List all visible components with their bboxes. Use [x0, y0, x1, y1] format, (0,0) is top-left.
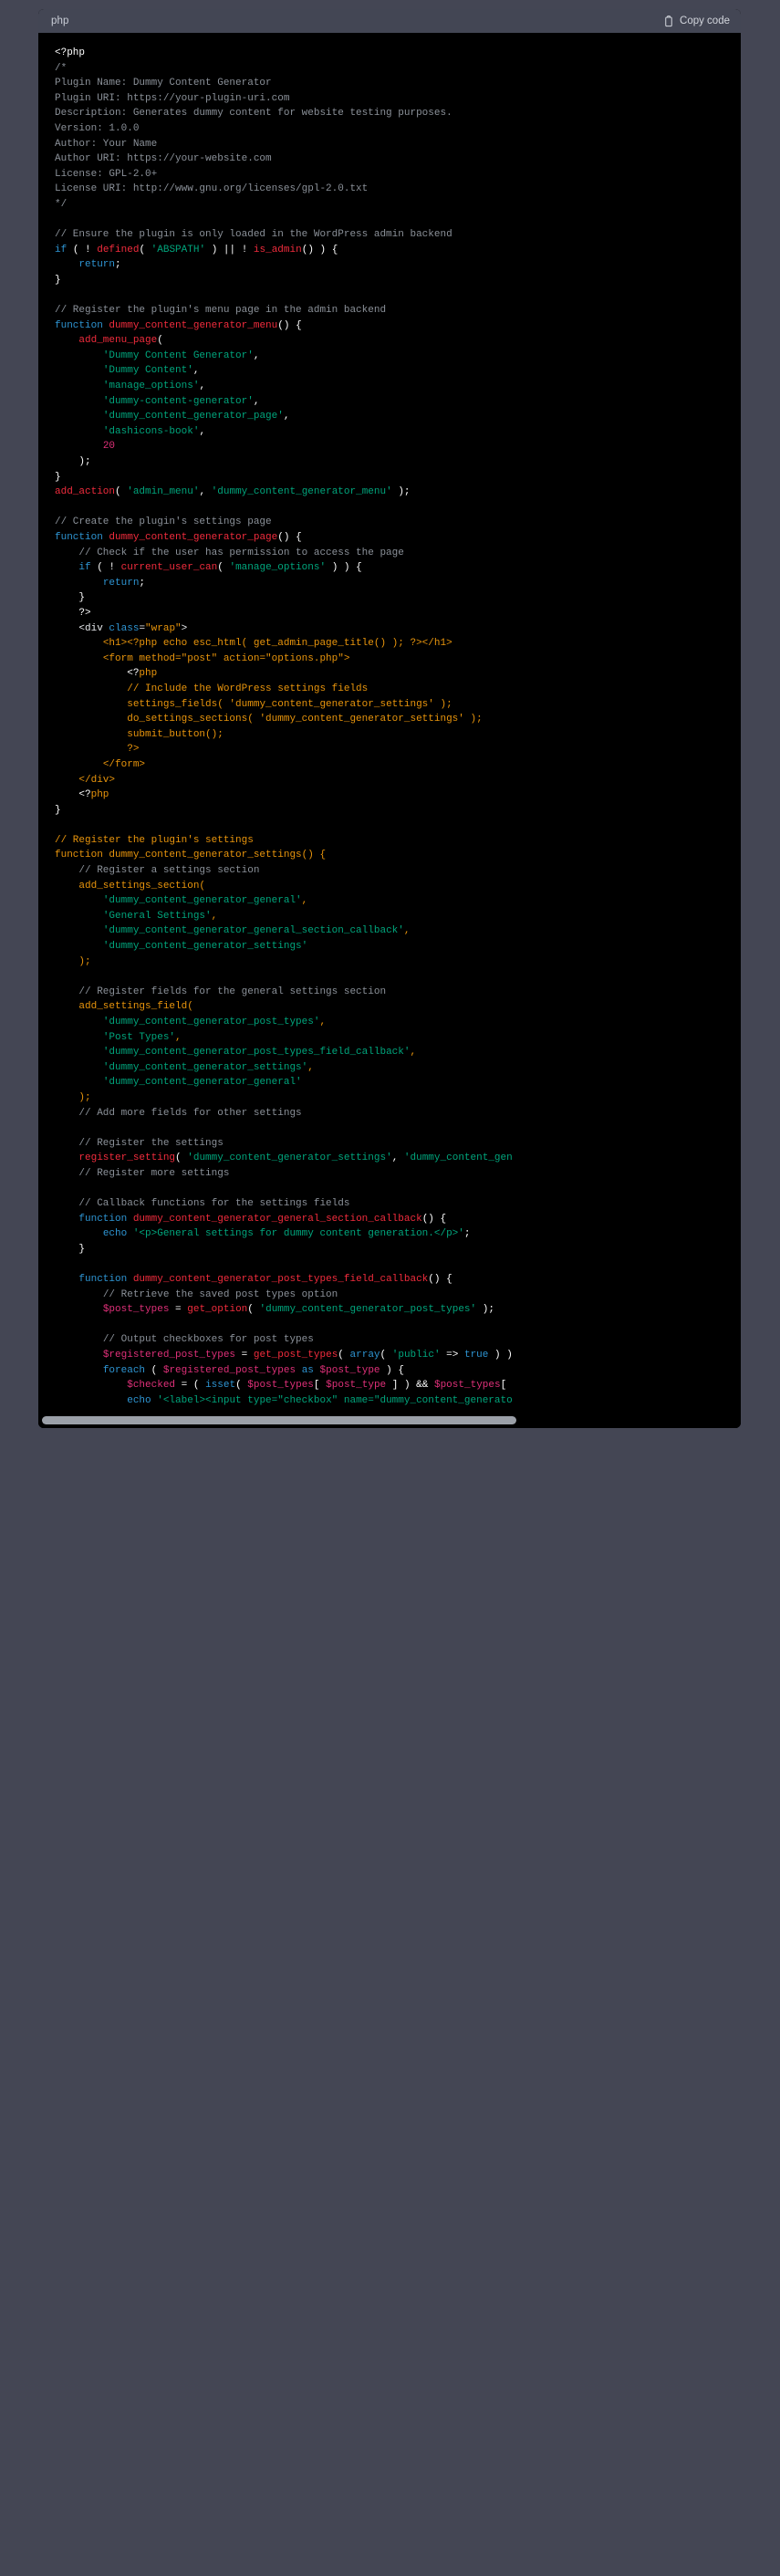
- scrollbar-thumb[interactable]: [42, 1416, 516, 1425]
- code-block-header: php Copy code: [38, 9, 741, 33]
- code-content[interactable]: <?php /* Plugin Name: Dummy Content Gene…: [38, 46, 741, 1413]
- copy-code-label: Copy code: [680, 16, 730, 26]
- code-block-body: <?php /* Plugin Name: Dummy Content Gene…: [38, 33, 741, 1429]
- clipboard-icon: [663, 15, 674, 27]
- copy-code-button[interactable]: Copy code: [663, 15, 730, 27]
- code-block: php Copy code <?php /* Plugin Name: Dumm…: [38, 9, 741, 1429]
- code-language-label: php: [51, 16, 69, 26]
- horizontal-scrollbar[interactable]: [38, 1413, 741, 1429]
- chat-code-block-page: php Copy code <?php /* Plugin Name: Dumm…: [0, 0, 780, 2576]
